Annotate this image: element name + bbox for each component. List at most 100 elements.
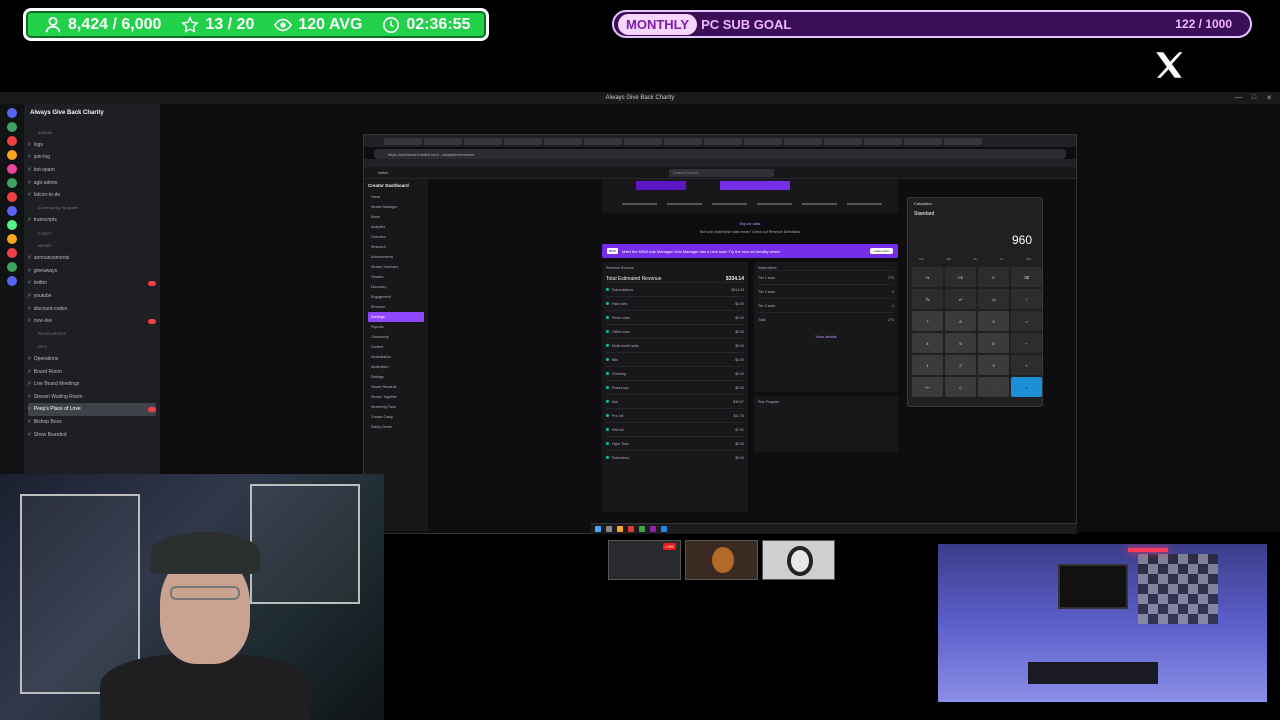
channel-item[interactable]: # transcripts: [28, 214, 156, 227]
server-icon[interactable]: [7, 248, 17, 258]
channel-item[interactable]: # Bishop Boss: [28, 416, 156, 429]
calculator-key[interactable]: 3: [978, 355, 1009, 375]
server-icon[interactable]: [7, 234, 17, 244]
creator-nav-item[interactable]: Overview: [368, 232, 424, 242]
channel-category[interactable]: Community Support: [28, 202, 156, 215]
creator-nav-item[interactable]: Moderation: [368, 362, 424, 372]
channel-item[interactable]: # logs: [28, 139, 156, 152]
calculator-key[interactable]: C: [978, 267, 1009, 287]
creator-nav-item[interactable]: Stream Summary: [368, 262, 424, 272]
creator-nav-item[interactable]: Settings: [368, 372, 424, 382]
browser-tab[interactable]: [744, 137, 782, 145]
calculator-key[interactable]: ×: [1011, 311, 1042, 331]
address-bar[interactable]: https://dashboard.twitch.tv/u/.../analyt…: [374, 149, 1066, 159]
channel-category[interactable]: OPS: [28, 340, 156, 353]
minimize-icon[interactable]: —: [1235, 94, 1242, 102]
channel-item[interactable]: # discount-codes: [28, 302, 156, 315]
browser-tab[interactable]: [944, 137, 982, 145]
creator-nav-item[interactable]: Viewers: [368, 272, 424, 282]
creator-nav-item[interactable]: Safety Center: [368, 422, 424, 432]
stream-thumbnail[interactable]: LIVE: [608, 540, 681, 580]
avatar-thumbnail[interactable]: [762, 540, 835, 580]
browser-tab[interactable]: [904, 137, 942, 145]
calculator-key[interactable]: ⌫: [1011, 267, 1042, 287]
learn-more-button[interactable]: Learn more: [869, 248, 893, 254]
channel-item[interactable]: # falcon-to-do: [28, 189, 156, 202]
taskbar-app-icon[interactable]: [661, 526, 667, 532]
channel-item[interactable]: # bot-spam: [28, 164, 156, 177]
calculator-key[interactable]: −: [1011, 333, 1042, 353]
calculator-key[interactable]: x²: [945, 289, 976, 309]
channel-item[interactable]: # announcements: [28, 252, 156, 265]
browser-tab[interactable]: [824, 137, 862, 145]
creator-nav-item[interactable]: Payouts: [368, 322, 424, 332]
channel-category[interactable]: NEWS: [28, 239, 156, 252]
calculator-key[interactable]: ÷: [1011, 289, 1042, 309]
channel-item[interactable]: # giveaways: [28, 265, 156, 278]
creator-nav-item[interactable]: Stream Manager: [368, 202, 424, 212]
creator-nav-item[interactable]: Research: [368, 242, 424, 252]
close-icon[interactable]: ✕: [1266, 94, 1272, 102]
channel-item[interactable]: # Stream Waiting Room: [28, 390, 156, 403]
calculator-key[interactable]: 6: [978, 333, 1009, 353]
calculator-key[interactable]: +/−: [912, 377, 943, 397]
avatar-thumbnail[interactable]: [685, 540, 758, 580]
memory-button[interactable]: M-: [1000, 257, 1004, 261]
memory-button[interactable]: M+: [974, 257, 978, 261]
creator-nav-item[interactable]: Achievements: [368, 252, 424, 262]
windows-start-icon[interactable]: [595, 526, 601, 532]
creator-nav-item[interactable]: Viewer Rewards: [368, 382, 424, 392]
creator-nav-item[interactable]: Creator Camp: [368, 412, 424, 422]
calculator-key[interactable]: ⅟x: [912, 289, 943, 309]
calculator-key[interactable]: 4: [912, 333, 943, 353]
creator-nav-item[interactable]: Analytics: [368, 222, 424, 232]
calculator-key[interactable]: .: [978, 377, 1009, 397]
creator-nav-item[interactable]: Home: [368, 192, 424, 202]
browser-tab[interactable]: [424, 137, 462, 145]
browser-tab[interactable]: [504, 137, 542, 145]
creator-nav-item[interactable]: Content: [368, 342, 424, 352]
creator-nav-item[interactable]: Community: [368, 332, 424, 342]
creator-nav-item[interactable]: Monetization: [368, 352, 424, 362]
channel-item[interactable]: # twitter: [28, 277, 156, 290]
channel-item[interactable]: # Show Bearded: [28, 428, 156, 441]
server-icon[interactable]: [7, 192, 17, 202]
creator-nav-item[interactable]: Stream Together: [368, 392, 424, 402]
server-icon[interactable]: [7, 136, 17, 146]
server-icon[interactable]: [7, 164, 17, 174]
channel-item[interactable]: # Board Room: [28, 365, 156, 378]
memory-button[interactable]: MR: [946, 257, 951, 261]
calculator-key[interactable]: 9: [978, 311, 1009, 331]
browser-tab[interactable]: [464, 137, 502, 145]
channel-category[interactable]: ADMIN: [28, 126, 156, 139]
server-icon[interactable]: [7, 220, 17, 230]
equals-button[interactable]: =: [1011, 377, 1042, 397]
calculator-key[interactable]: √x: [978, 289, 1009, 309]
memory-button[interactable]: MC: [919, 257, 924, 261]
browser-tab[interactable]: [544, 137, 582, 145]
calculator-mode[interactable]: Standard: [908, 209, 1042, 219]
browser-tab[interactable]: [864, 137, 902, 145]
calculator-key[interactable]: 5: [945, 333, 976, 353]
server-icon[interactable]: [7, 262, 17, 272]
export-data-link[interactable]: Export data: [602, 221, 898, 226]
twitch-brand[interactable]: twitch: [378, 170, 388, 175]
channel-item[interactable]: # Operations: [28, 353, 156, 366]
creator-nav-item[interactable]: Earnings: [368, 312, 424, 322]
taskbar-app-icon[interactable]: [639, 526, 645, 532]
creator-nav-item[interactable]: Revenue: [368, 302, 424, 312]
channel-category[interactable]: STAFF: [28, 227, 156, 240]
channel-search-input[interactable]: Channel Search: [669, 169, 774, 177]
calculator-key[interactable]: 0: [945, 377, 976, 397]
browser-tab[interactable]: [624, 137, 662, 145]
calculator-key[interactable]: 8: [945, 311, 976, 331]
server-icon[interactable]: [7, 122, 17, 132]
calculator-key[interactable]: %: [912, 267, 943, 287]
maximize-icon[interactable]: □: [1252, 94, 1256, 102]
channel-item[interactable]: # now-live: [28, 315, 156, 328]
calculator-key[interactable]: +: [1011, 355, 1042, 375]
server-name[interactable]: Always Give Back Charity: [30, 110, 104, 116]
browser-tab[interactable]: [664, 137, 702, 145]
taskbar-app-icon[interactable]: [628, 526, 634, 532]
browser-tab[interactable]: [784, 137, 822, 145]
